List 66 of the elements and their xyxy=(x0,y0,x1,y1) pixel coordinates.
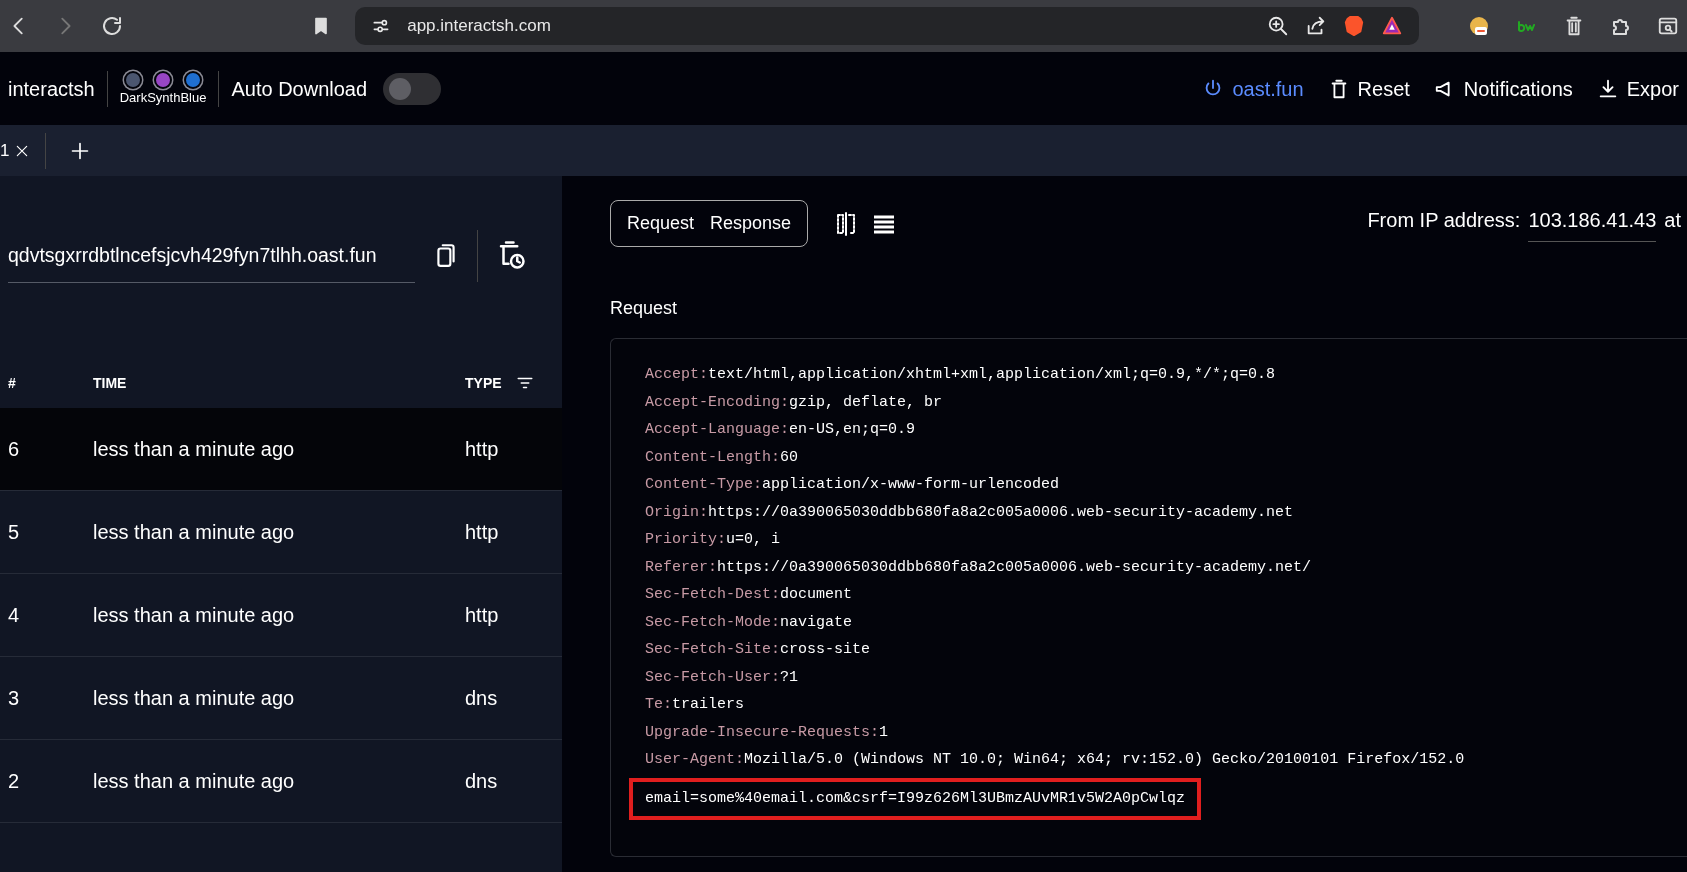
table-cell-text: less than a minute ago xyxy=(93,520,296,545)
theme-dot[interactable] xyxy=(186,73,201,87)
column-header[interactable]: TYPE xyxy=(465,372,502,394)
tab[interactable]: 1 xyxy=(0,136,16,165)
header-line: Sec-Fetch-Site:cross-site xyxy=(645,640,872,660)
header-line: Origin:https://0a390065030ddbb680fa8a2c005a0006.web-security-academy.net xyxy=(645,502,1295,523)
url-text[interactable]: app.interactsh.com xyxy=(407,13,551,39)
server-link[interactable]: oast.fun xyxy=(1232,73,1304,104)
table-row[interactable]: 5 less than a minute ago http xyxy=(0,491,562,574)
extension-icon[interactable] xyxy=(1467,14,1491,38)
column-header[interactable]: # xyxy=(8,372,93,394)
table-cell-text: less than a minute ago xyxy=(93,603,296,628)
header-line: Priority:u=0, i xyxy=(645,530,782,550)
reset-button[interactable]: Reset xyxy=(1357,73,1410,104)
header-line: Content-Type:application/x-www-form-urlencoded xyxy=(645,475,1061,495)
table-cell-text: http xyxy=(465,437,499,462)
table-cell-text: http xyxy=(465,520,499,545)
add-tab-icon[interactable] xyxy=(70,140,91,161)
header-line: Te:trailers xyxy=(645,695,746,715)
table-cell-text: 4 xyxy=(8,603,21,628)
header-line: Accept-Language:en-US,en;q=0.9 xyxy=(645,420,917,440)
toggle-switch[interactable] xyxy=(383,72,442,105)
close-icon[interactable] xyxy=(15,143,30,158)
table-cell-text: dns xyxy=(465,686,498,711)
ip-label: From IP address: xyxy=(1367,208,1521,233)
share-icon[interactable] xyxy=(1305,15,1327,37)
column-header[interactable]: TIME xyxy=(93,372,465,394)
table-cell-text: less than a minute ago xyxy=(93,686,296,711)
header-line: Sec-Fetch-User:?1 xyxy=(645,667,800,688)
table-cell-text: 5 xyxy=(8,520,21,545)
header-line: Referer:https://0a390065030ddbb680fa8a2c005a0006.web-security-academy.net/ xyxy=(645,557,1313,578)
table-cell-text: 6 xyxy=(8,437,21,462)
header-line: Upgrade-Insecure-Requests:1 xyxy=(645,722,890,743)
theme-dot[interactable] xyxy=(156,73,171,87)
header-line: Content-Length:60 xyxy=(645,447,800,468)
reload-icon[interactable] xyxy=(100,14,124,38)
notifications-button[interactable]: Notifications xyxy=(1463,73,1573,104)
request-tab[interactable]: Request xyxy=(619,209,703,238)
header-line: Sec-Fetch-Dest:document xyxy=(645,585,854,605)
header-line: Sec-Fetch-Mode:navigate xyxy=(645,612,854,633)
table-row[interactable]: 4 less than a minute ago http xyxy=(0,574,562,657)
header-line: User-Agent:Mozilla/5.0 (Windows NT 10.0; Win64; x64; rv:152.0) Gecko/20100101 Firefox/152.0 xyxy=(645,750,1466,770)
table-row[interactable]: 2 less than a minute ago dns xyxy=(0,740,562,823)
app-title: interactsh xyxy=(8,76,95,102)
table-cell-text: 2 xyxy=(8,769,21,794)
table-row[interactable]: 6 less than a minute ago http xyxy=(0,408,562,491)
table-cell-text: less than a minute ago xyxy=(93,437,296,462)
triangle-icon[interactable] xyxy=(1381,15,1403,37)
zoom-icon[interactable] xyxy=(1267,15,1289,37)
export-button[interactable]: Expor xyxy=(1626,73,1679,104)
window-search-icon[interactable] xyxy=(1657,15,1679,37)
at-label: at xyxy=(1664,208,1681,233)
header-line: Accept-Encoding:gzip, deflate, br xyxy=(645,392,944,413)
table-row[interactable]: 3 less than a minute ago dns xyxy=(0,657,562,740)
response-tab[interactable]: Response xyxy=(702,209,800,238)
auto-download-label: Auto Download xyxy=(231,76,368,102)
table-cell-text: dns xyxy=(465,769,498,794)
table-cell-text: less than a minute ago xyxy=(93,769,296,794)
theme-name: DarkSynthBlue xyxy=(119,91,207,104)
table-cell-text: 3 xyxy=(8,686,21,711)
ip-address: 103.186.41.43 xyxy=(1528,205,1657,242)
table-cell-text: http xyxy=(465,603,499,628)
theme-dot[interactable] xyxy=(126,73,141,87)
section-title: Request xyxy=(610,297,679,320)
header-line: Accept:text/html,application/xhtml+xml,application/xml;q=0.9,*/*;q=0.8 xyxy=(645,365,1277,385)
domain-field[interactable]: qdvtsgxrrdbtlncefsjcvh429fyn7tlhh.oast.fun xyxy=(8,240,415,284)
